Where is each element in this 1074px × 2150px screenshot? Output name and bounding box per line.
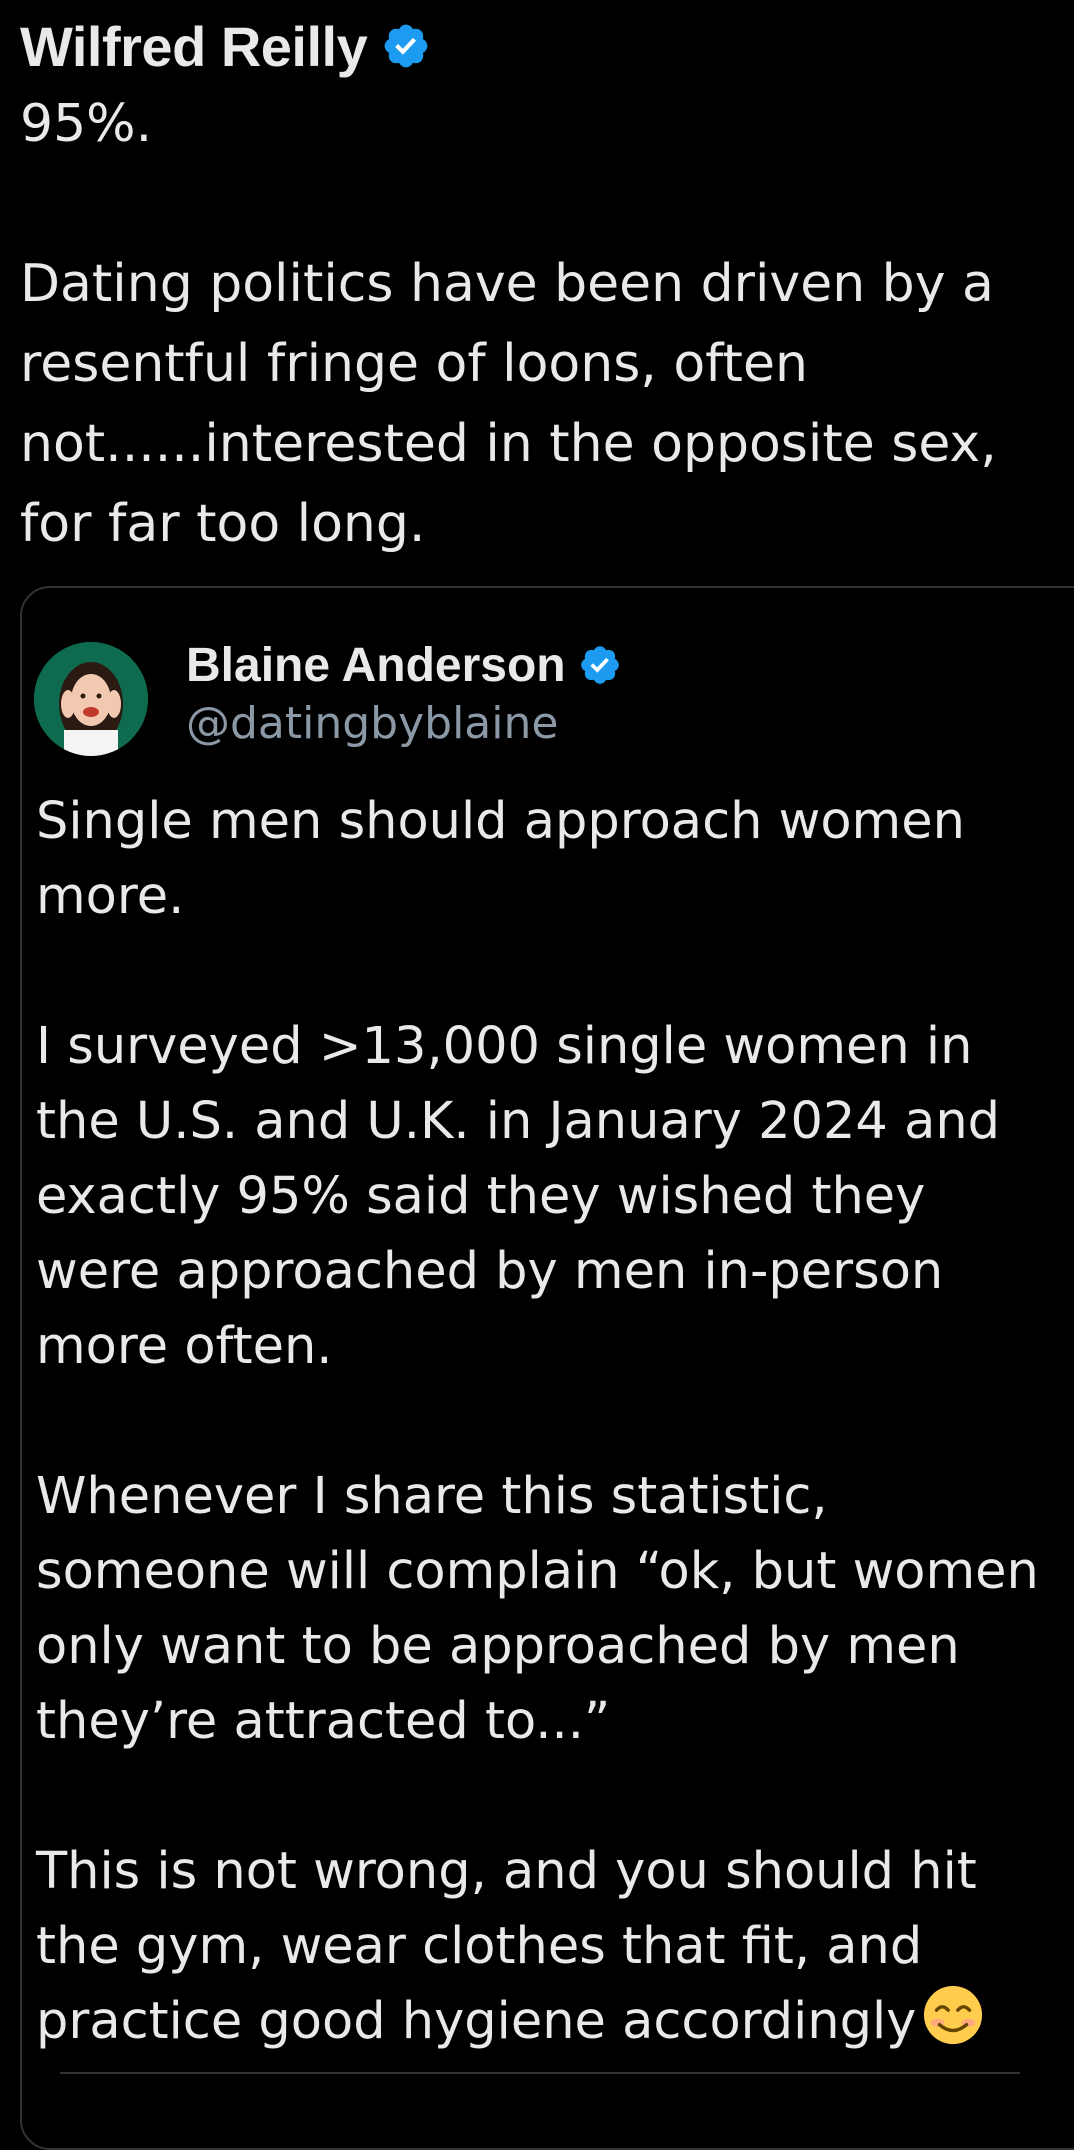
avatar[interactable]: [34, 642, 148, 756]
smiling-face-emoji: [924, 1985, 983, 2045]
author-name[interactable]: Wilfred Reilly: [20, 14, 368, 79]
tweet-header: Wilfred Reilly: [20, 8, 431, 84]
quoted-tweet-body: Single men should approach women more. I…: [36, 784, 1046, 2059]
tweet-body-text: 95%. Dating politics have been driven by…: [20, 94, 997, 554]
profile-photo: [34, 642, 148, 756]
divider: [60, 2072, 1020, 2074]
quoted-author-handle[interactable]: @datingbyblaine: [186, 698, 558, 749]
quoted-tweet-text: Single men should approach women more. I…: [36, 792, 1039, 2051]
verified-badge-icon: [580, 646, 619, 684]
quoted-tweet-header: Blaine Anderson: [186, 636, 622, 694]
quoted-author-name[interactable]: Blaine Anderson: [186, 638, 566, 693]
verified-badge-icon: [384, 24, 428, 68]
